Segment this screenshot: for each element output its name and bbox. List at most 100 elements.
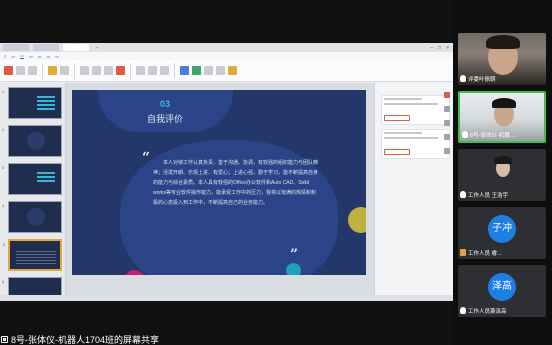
decorative-teal-circle: [286, 263, 301, 275]
thumb-content: [27, 132, 45, 150]
participant-tile[interactable]: 泽高 工作人员萧泽高: [458, 265, 546, 317]
slide-heading: 自我评价: [146, 115, 183, 125]
menu-item[interactable]: ≡: [4, 54, 6, 59]
slide-thumbnail[interactable]: 1: [2, 87, 62, 119]
menu-item[interactable]: ▭: [55, 54, 59, 59]
participant-video: [492, 98, 516, 108]
comment-card[interactable]: [381, 129, 450, 159]
play-icon[interactable]: [228, 66, 237, 75]
participant-tile[interactable]: 评委叶振朝: [458, 33, 546, 85]
mic-icon: [460, 307, 466, 314]
slide-thumb-number: 6: [2, 279, 5, 284]
close-icon[interactable]: ×: [446, 45, 449, 51]
italic-icon[interactable]: [92, 66, 101, 75]
comment-line: [384, 137, 438, 139]
text-box-icon[interactable]: [180, 66, 189, 75]
section-number: 03: [159, 99, 170, 109]
align-right-icon[interactable]: [160, 66, 169, 75]
current-slide[interactable]: 03 自我评价 “ 本人对待工作认真负责，善于沟通、协调，有较强的组织能力与团队…: [72, 90, 366, 275]
paste-icon[interactable]: [4, 66, 13, 75]
comment-action-button[interactable]: [384, 149, 410, 155]
side-tool-icon[interactable]: [444, 120, 450, 126]
slide-thumb-number: 2: [2, 127, 5, 132]
participant-tile[interactable]: 工作人员 王浩宇: [458, 149, 546, 201]
participant-label: 评委叶振朝: [460, 74, 496, 83]
slide-thumb-number: 5: [3, 242, 6, 247]
align-center-icon[interactable]: [148, 66, 157, 75]
thumb-content: [16, 251, 56, 265]
participant-name: 工作人员 王浩宇: [468, 192, 509, 199]
side-tool-icon[interactable]: [444, 134, 450, 140]
mic-icon: [460, 191, 466, 198]
screen-share-icon: [1, 335, 8, 343]
screen-share-bar: 8号-张体仪-机器人1704班的屏幕共享: [0, 333, 453, 345]
open-quote: “: [142, 150, 151, 166]
arrange-icon[interactable]: [216, 66, 225, 75]
wps-title-bar: + – □ ×: [0, 43, 453, 52]
picture-icon[interactable]: [204, 66, 213, 75]
window-tab-home[interactable]: [3, 44, 29, 51]
underline-icon[interactable]: [104, 66, 113, 75]
slide-thumb-number: 3: [2, 165, 5, 170]
person-icon: [460, 249, 466, 256]
menu-bar: ≡ ▭ ▭ ▭ ▭ ▭ ▭: [0, 52, 453, 60]
cut-icon[interactable]: [16, 66, 25, 75]
participant-tile-active-speaker[interactable]: 8号-张体仪-机器...: [458, 91, 546, 143]
new-slide-icon[interactable]: [48, 66, 57, 75]
comments-panel-header: [375, 83, 453, 91]
slide-body-text[interactable]: 本人对待工作认真负责，善于沟通、协调，有较强的组织能力与团队精神；活泼开朗、乐观…: [153, 158, 321, 208]
comment-action-button[interactable]: [384, 115, 410, 121]
minimize-icon[interactable]: –: [430, 45, 433, 51]
copy-icon[interactable]: [28, 66, 37, 75]
align-left-icon[interactable]: [136, 66, 145, 75]
screen-share-label: 8号-张体仪-机器人1704班的屏幕共享: [11, 334, 160, 345]
participant-label: 工作人员萧泽高: [460, 306, 507, 315]
participant-name: 工作人员 睿...: [468, 250, 502, 257]
ribbon-divider: [74, 62, 75, 79]
slide-thumb-number: 1: [2, 89, 5, 94]
ribbon-divider: [174, 62, 175, 79]
participant-name: 工作人员萧泽高: [468, 308, 507, 315]
menu-item[interactable]: ▭: [29, 54, 33, 59]
participant-video: [486, 35, 520, 49]
thumb-content: [37, 96, 55, 112]
window-tab-presentation[interactable]: [63, 44, 89, 51]
close-quote: ”: [290, 247, 299, 263]
side-tool-icon[interactable]: [444, 106, 450, 112]
menu-item[interactable]: ▭: [46, 54, 50, 59]
side-tool-icon[interactable]: [444, 92, 450, 98]
menu-item[interactable]: ▭: [11, 54, 15, 59]
maximize-icon[interactable]: □: [438, 45, 441, 51]
font-color-icon[interactable]: [116, 66, 125, 75]
menu-item[interactable]: ▭: [20, 53, 24, 59]
side-tool-icon[interactable]: [444, 148, 450, 154]
thumb-content: [27, 208, 45, 226]
slide-canvas[interactable]: 03 自我评价 “ 本人对待工作认真负责，善于沟通、协调，有较强的组织能力与团队…: [66, 83, 374, 295]
slide-thumbnail[interactable]: 3: [2, 163, 62, 195]
comment-line: [384, 103, 438, 105]
slide-header-shape: 03 自我评价: [98, 90, 233, 132]
participant-name: 评委叶振朝: [468, 76, 496, 83]
slide-thumb-number: 4: [2, 203, 5, 208]
status-bar: [0, 295, 453, 301]
bold-icon[interactable]: [80, 66, 89, 75]
slide-thumbnail[interactable]: 4: [2, 201, 62, 233]
ribbon-toolbar: [0, 60, 453, 82]
layout-icon[interactable]: [60, 66, 69, 75]
participant-tile[interactable]: 子冲 工作人员 睿...: [458, 207, 546, 259]
avatar: 子冲: [488, 215, 516, 243]
window-tab-docs[interactable]: [33, 44, 59, 51]
side-tool-rail: [441, 92, 453, 252]
meeting-window: + – □ × ≡ ▭ ▭ ▭ ▭ ▭ ▭ 1 2 3 4 5 6 03 自我评…: [0, 0, 552, 345]
new-tab-button[interactable]: +: [93, 44, 101, 51]
participant-name: 8号-张体仪-机器...: [470, 132, 515, 139]
slide-thumbnail[interactable]: 6: [2, 277, 62, 295]
shape-icon[interactable]: [192, 66, 201, 75]
participant-label: 工作人员 睿...: [460, 248, 502, 257]
comment-line: [384, 132, 422, 134]
decorative-yellow-circle: [348, 207, 366, 233]
slide-thumbnail[interactable]: 2: [2, 125, 62, 157]
slide-thumbnail-active[interactable]: 5: [3, 239, 62, 271]
comment-card[interactable]: [381, 95, 450, 125]
menu-item[interactable]: ▭: [38, 54, 42, 59]
